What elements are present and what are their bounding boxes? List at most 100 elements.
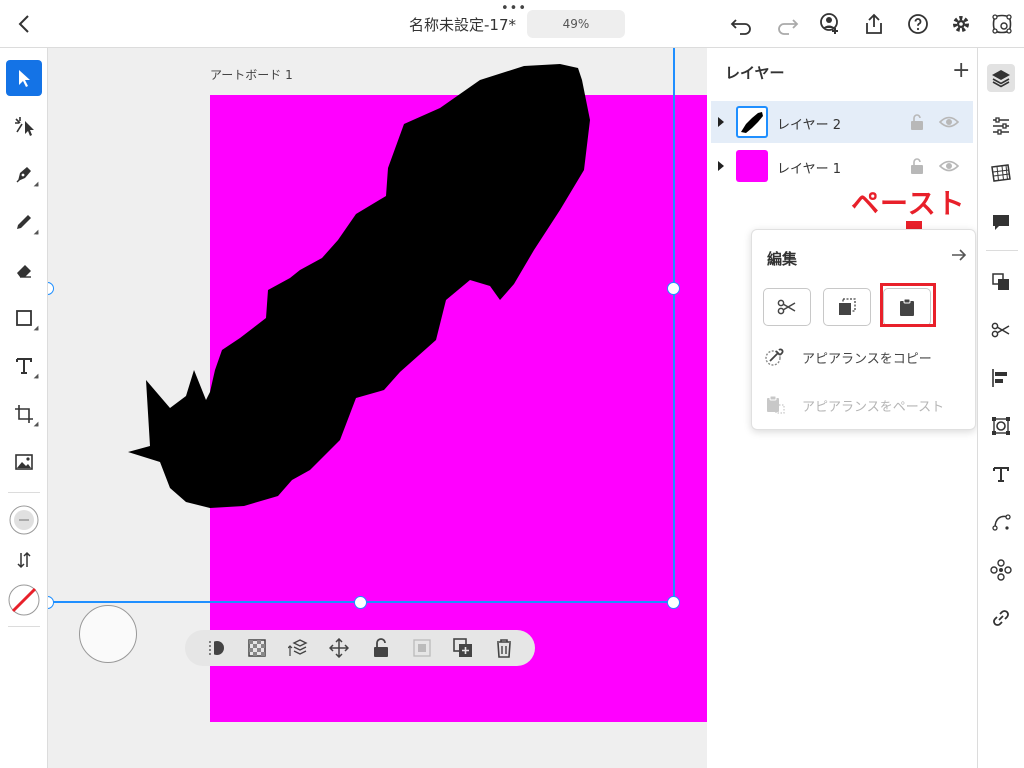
canvas[interactable]: アートボード 1 bbox=[48, 48, 707, 768]
sliders-icon bbox=[993, 117, 1009, 135]
direct-selection-tool[interactable] bbox=[6, 108, 42, 144]
paste-appearance-label: アピアランスをペースト bbox=[802, 400, 945, 415]
layers-icon bbox=[992, 70, 1010, 88]
duplicate-icon bbox=[453, 638, 473, 657]
undo-icon[interactable] bbox=[730, 12, 754, 36]
rail-divider bbox=[986, 250, 1018, 251]
mask-icon bbox=[207, 641, 224, 655]
layers-rail-button[interactable] bbox=[987, 64, 1015, 92]
pen-tool[interactable] bbox=[6, 156, 42, 192]
ctx-arrange-button[interactable] bbox=[287, 637, 309, 659]
arrow-right-icon[interactable] bbox=[951, 248, 967, 262]
selection-tool[interactable] bbox=[6, 60, 42, 96]
crop-place-icon bbox=[15, 405, 33, 423]
copy-button[interactable] bbox=[823, 288, 871, 326]
help-icon[interactable] bbox=[906, 12, 930, 36]
touch-shortcut-button[interactable] bbox=[79, 605, 137, 663]
path-rail-button[interactable] bbox=[987, 508, 1015, 536]
path-anchor-icon bbox=[992, 514, 1011, 531]
layer-row[interactable]: レイヤー 1 bbox=[711, 145, 973, 187]
ctx-group-button[interactable] bbox=[411, 637, 433, 659]
invite-user-icon[interactable] bbox=[818, 12, 842, 36]
layer-name[interactable]: レイヤー 1 bbox=[777, 158, 841, 177]
ctx-mask-button[interactable] bbox=[205, 637, 227, 659]
edit-rail-button[interactable] bbox=[987, 316, 1015, 344]
layer-thumbnail bbox=[736, 106, 768, 138]
expand-triangle-icon[interactable] bbox=[718, 161, 724, 171]
pathfinder-icon bbox=[992, 273, 1009, 290]
text-t-icon bbox=[993, 467, 1009, 482]
redo-icon[interactable] bbox=[775, 12, 799, 36]
no-stroke-icon bbox=[8, 584, 40, 616]
rectangle-icon bbox=[16, 310, 32, 326]
properties-rail-button[interactable] bbox=[987, 112, 1015, 140]
ctx-opacity-button[interactable] bbox=[246, 637, 268, 659]
pencil-tool[interactable] bbox=[6, 204, 42, 240]
align-rail-button[interactable] bbox=[987, 364, 1015, 392]
eyedropper-icon bbox=[765, 348, 784, 366]
scissors-icon bbox=[777, 299, 796, 315]
rectangle-tool[interactable] bbox=[6, 300, 42, 336]
eraser-icon bbox=[17, 265, 31, 278]
arrow-pointer-icon bbox=[19, 70, 30, 87]
ctx-delete-button[interactable] bbox=[493, 637, 515, 659]
group-icon bbox=[413, 639, 431, 657]
transform-rail-button[interactable] bbox=[987, 412, 1015, 440]
align-left-icon bbox=[992, 369, 1007, 387]
cut-button[interactable] bbox=[763, 288, 811, 326]
comments-rail-button[interactable] bbox=[987, 208, 1015, 236]
eye-icon[interactable] bbox=[939, 114, 959, 130]
stroke-color-swatch[interactable] bbox=[6, 582, 42, 618]
right-rail bbox=[977, 48, 1024, 768]
eraser-tool[interactable] bbox=[6, 252, 42, 288]
scissors-icon bbox=[991, 322, 1010, 338]
arrange-layers-icon bbox=[288, 639, 308, 656]
copy-appearance-item[interactable]: アピアランスをコピー bbox=[762, 341, 967, 371]
resize-handle-bottom-right[interactable] bbox=[667, 596, 680, 609]
pathfinder-rail-button[interactable] bbox=[987, 268, 1015, 296]
document-title[interactable]: 名称未設定-17* bbox=[409, 14, 516, 35]
more-dots-icon[interactable]: ••• bbox=[501, 2, 527, 15]
back-icon[interactable] bbox=[14, 12, 34, 36]
add-layer-button[interactable]: + bbox=[952, 60, 970, 82]
ctx-move-button[interactable] bbox=[328, 637, 350, 659]
selection-edge-right bbox=[673, 48, 675, 602]
toolbar-divider bbox=[8, 492, 40, 493]
preview-icon[interactable] bbox=[990, 12, 1014, 36]
trash-icon bbox=[497, 639, 512, 658]
eye-icon[interactable] bbox=[939, 158, 959, 174]
unlock-icon[interactable] bbox=[909, 157, 925, 175]
expand-triangle-icon[interactable] bbox=[718, 117, 724, 127]
type-tool[interactable] bbox=[6, 348, 42, 384]
resize-handle-bottom[interactable] bbox=[354, 596, 367, 609]
left-toolbar bbox=[0, 48, 48, 768]
edit-popover-title: 編集 bbox=[767, 250, 798, 268]
place-tool[interactable] bbox=[6, 396, 42, 432]
links-rail-button[interactable] bbox=[987, 604, 1015, 632]
unlock-icon bbox=[373, 638, 388, 657]
transform-icon bbox=[992, 417, 1010, 435]
share-icon[interactable] bbox=[862, 12, 886, 36]
paste-appearance-icon bbox=[767, 395, 785, 414]
fill-swatch-icon bbox=[9, 505, 39, 535]
text-rail-button[interactable] bbox=[987, 460, 1015, 488]
swap-colors-button[interactable] bbox=[6, 542, 42, 578]
gear-icon[interactable] bbox=[949, 12, 973, 36]
copy-icon bbox=[839, 298, 856, 315]
unlock-icon[interactable] bbox=[909, 113, 925, 131]
ctx-lock-button[interactable] bbox=[370, 637, 392, 659]
zoom-level[interactable]: 49% bbox=[527, 10, 625, 38]
image-tool[interactable] bbox=[6, 444, 42, 480]
repeat-rail-button[interactable] bbox=[987, 556, 1015, 584]
resize-handle-right[interactable] bbox=[667, 282, 680, 295]
edit-popover: 編集 アピアランスをコピー アピアランスをペースト bbox=[751, 229, 976, 430]
contextual-taskbar bbox=[185, 630, 535, 666]
fill-color-swatch[interactable] bbox=[6, 502, 42, 538]
paste-appearance-item[interactable]: アピアランスをペースト bbox=[762, 389, 967, 419]
ctx-duplicate-button[interactable] bbox=[452, 637, 474, 659]
libraries-rail-button[interactable] bbox=[987, 160, 1015, 188]
layer-row[interactable]: レイヤー 2 bbox=[711, 101, 973, 143]
layer-name[interactable]: レイヤー 2 bbox=[777, 114, 841, 133]
paste-button-highlight bbox=[880, 283, 936, 327]
pencil-icon bbox=[17, 215, 31, 229]
